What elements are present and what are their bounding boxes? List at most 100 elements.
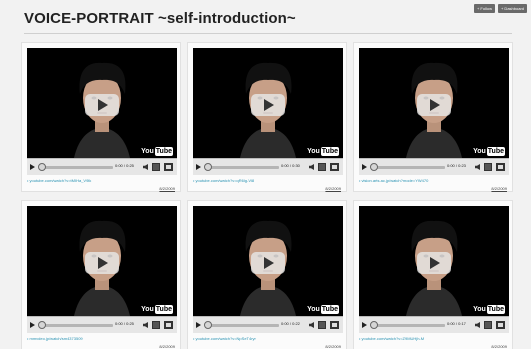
play-icon <box>98 257 108 269</box>
youtube-logo[interactable]: You Tube <box>141 147 173 156</box>
youtube-logo[interactable]: You Tube <box>473 147 505 156</box>
youtube-logo-tube: Tube <box>486 147 505 156</box>
video-card: You Tube 0:00 / 0:23 • vision.arts.ac.jp… <box>353 42 513 192</box>
play-overlay-button[interactable] <box>251 252 285 274</box>
youtube-player[interactable]: You Tube 0:00 / 0:25 <box>27 48 177 175</box>
play-overlay-button[interactable] <box>251 94 285 116</box>
video-link[interactable]: • youtube.com/watch?v=qR6lg-Vl8 <box>193 178 254 183</box>
video-frame[interactable]: You Tube <box>193 206 343 316</box>
youtube-logo-tube: Tube <box>154 147 173 156</box>
dashboard-button[interactable]: + Dashboard <box>497 4 527 13</box>
post-date[interactable]: 8/2/2009 <box>491 344 507 349</box>
scrubber-handle[interactable] <box>204 321 212 329</box>
embed-icon[interactable] <box>484 163 492 171</box>
video-frame[interactable]: You Tube <box>193 48 343 158</box>
progress-bar[interactable] <box>371 324 445 327</box>
progress-bar[interactable] <box>205 324 279 327</box>
youtube-logo[interactable]: You Tube <box>307 305 339 314</box>
fullscreen-icon[interactable] <box>496 163 505 171</box>
post-date[interactable]: 8/2/2009 <box>159 344 175 349</box>
youtube-logo-tube: Tube <box>320 305 339 314</box>
time-display: 0:00 / 0:25 <box>115 163 134 168</box>
youtube-player[interactable]: You Tube 0:00 / 0:30 <box>193 48 343 175</box>
control-play-icon[interactable] <box>30 322 35 328</box>
volume-icon[interactable] <box>475 322 480 328</box>
embed-icon[interactable] <box>152 321 160 329</box>
volume-icon[interactable] <box>143 322 148 328</box>
player-controls: 0:00 / 0:22 <box>193 316 343 333</box>
progress-bar[interactable] <box>205 166 279 169</box>
youtube-logo[interactable]: You Tube <box>473 305 505 314</box>
youtube-player[interactable]: You Tube 0:00 / 0:17 <box>359 206 509 333</box>
scrubber-handle[interactable] <box>370 321 378 329</box>
embed-icon[interactable] <box>484 321 492 329</box>
youtube-logo-tube: Tube <box>320 147 339 156</box>
youtube-player[interactable]: You Tube 0:00 / 0:25 <box>27 206 177 333</box>
fullscreen-icon[interactable] <box>330 321 339 329</box>
fullscreen-icon[interactable] <box>164 163 173 171</box>
video-frame[interactable]: You Tube <box>359 48 509 158</box>
video-card: You Tube 0:00 / 0:22 • youtube.com/watch… <box>187 200 347 349</box>
scrubber-handle[interactable] <box>370 163 378 171</box>
video-link[interactable]: • youtube.com/watch?v=Z9MUHjh-M <box>359 336 424 341</box>
post-date[interactable]: 8/2/2009 <box>325 186 341 191</box>
youtube-logo-you: You <box>473 306 486 313</box>
progress-bar[interactable] <box>39 166 113 169</box>
youtube-logo[interactable]: You Tube <box>141 305 173 314</box>
video-frame[interactable]: You Tube <box>27 206 177 316</box>
play-icon <box>264 257 274 269</box>
video-frame[interactable]: You Tube <box>27 48 177 158</box>
youtube-logo[interactable]: You Tube <box>307 147 339 156</box>
youtube-logo-you: You <box>473 148 486 155</box>
page-title: VOICE-PORTRAIT ~self-introduction~ <box>24 10 296 27</box>
play-overlay-button[interactable] <box>85 94 119 116</box>
volume-icon[interactable] <box>309 164 314 170</box>
youtube-player[interactable]: You Tube 0:00 / 0:23 <box>359 48 509 175</box>
fullscreen-icon[interactable] <box>164 321 173 329</box>
player-controls: 0:00 / 0:17 <box>359 316 509 333</box>
volume-icon[interactable] <box>309 322 314 328</box>
scrubber-handle[interactable] <box>204 163 212 171</box>
video-link[interactable]: • mmvdeo.jp/watch/sm4373509 <box>27 336 83 341</box>
video-card: You Tube 0:00 / 0:17 • youtube.com/watch… <box>353 200 513 349</box>
post-date[interactable]: 8/2/2009 <box>491 186 507 191</box>
embed-icon[interactable] <box>152 163 160 171</box>
scrubber-handle[interactable] <box>38 321 46 329</box>
play-overlay-button[interactable] <box>85 252 119 274</box>
video-card: You Tube 0:00 / 0:25 • mmvdeo.jp/watch/s… <box>21 200 181 349</box>
title-divider <box>24 33 512 34</box>
control-play-icon[interactable] <box>196 164 201 170</box>
play-icon <box>430 99 440 111</box>
control-play-icon[interactable] <box>196 322 201 328</box>
progress-bar[interactable] <box>39 324 113 327</box>
video-link[interactable]: • youtube.com/watch?v=NpSeT4ryr <box>193 336 256 341</box>
video-link[interactable]: • youtube.com/watch?v=tMIHa_V9lk <box>27 178 91 183</box>
player-controls: 0:00 / 0:25 <box>27 316 177 333</box>
video-link[interactable]: • vision.arts.ac.jp/watch?mode=YW470 <box>359 178 428 183</box>
time-display: 0:00 / 0:23 <box>447 163 466 168</box>
fullscreen-icon[interactable] <box>496 321 505 329</box>
post-date[interactable]: 8/2/2009 <box>325 344 341 349</box>
volume-icon[interactable] <box>143 164 148 170</box>
progress-bar[interactable] <box>371 166 445 169</box>
youtube-logo-tube: Tube <box>486 305 505 314</box>
post-date[interactable]: 8/2/2009 <box>159 186 175 191</box>
control-play-icon[interactable] <box>362 322 367 328</box>
play-icon <box>98 99 108 111</box>
play-overlay-button[interactable] <box>417 252 451 274</box>
control-play-icon[interactable] <box>362 164 367 170</box>
youtube-player[interactable]: You Tube 0:00 / 0:22 <box>193 206 343 333</box>
scrubber-handle[interactable] <box>38 163 46 171</box>
video-card: You Tube 0:00 / 0:30 • youtube.com/watch… <box>187 42 347 192</box>
follow-button[interactable]: + Follow <box>473 4 495 13</box>
embed-icon[interactable] <box>318 321 326 329</box>
play-icon <box>264 99 274 111</box>
play-overlay-button[interactable] <box>417 94 451 116</box>
embed-icon[interactable] <box>318 163 326 171</box>
volume-icon[interactable] <box>475 164 480 170</box>
control-play-icon[interactable] <box>30 164 35 170</box>
youtube-logo-you: You <box>307 306 320 313</box>
play-icon <box>430 257 440 269</box>
fullscreen-icon[interactable] <box>330 163 339 171</box>
video-frame[interactable]: You Tube <box>359 206 509 316</box>
